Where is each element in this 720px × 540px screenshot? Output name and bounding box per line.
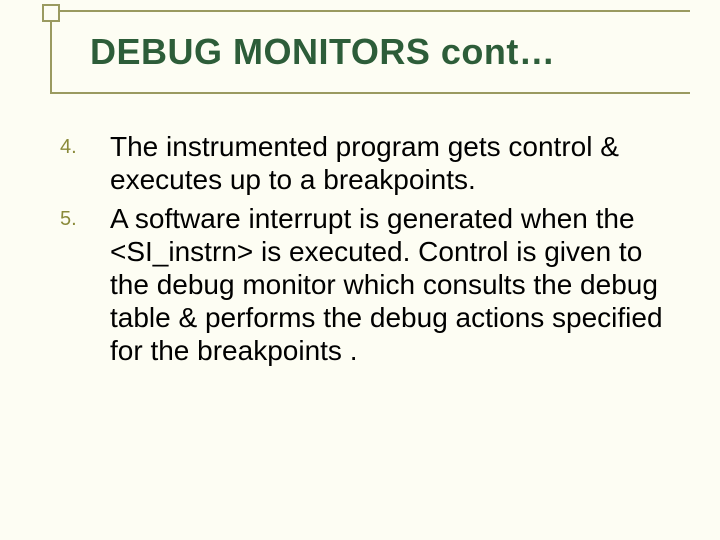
list-item: The instrumented program gets control & … <box>60 130 670 196</box>
slide: DEBUG MONITORS cont… The instrumented pr… <box>0 0 720 540</box>
slide-title: DEBUG MONITORS cont… <box>90 31 555 73</box>
list-item: A software interrupt is generated when t… <box>60 202 670 367</box>
ordered-list: The instrumented program gets control & … <box>60 130 670 367</box>
slide-body: The instrumented program gets control & … <box>60 130 670 373</box>
title-corner-decoration <box>42 4 60 22</box>
title-container: DEBUG MONITORS cont… <box>50 10 690 94</box>
